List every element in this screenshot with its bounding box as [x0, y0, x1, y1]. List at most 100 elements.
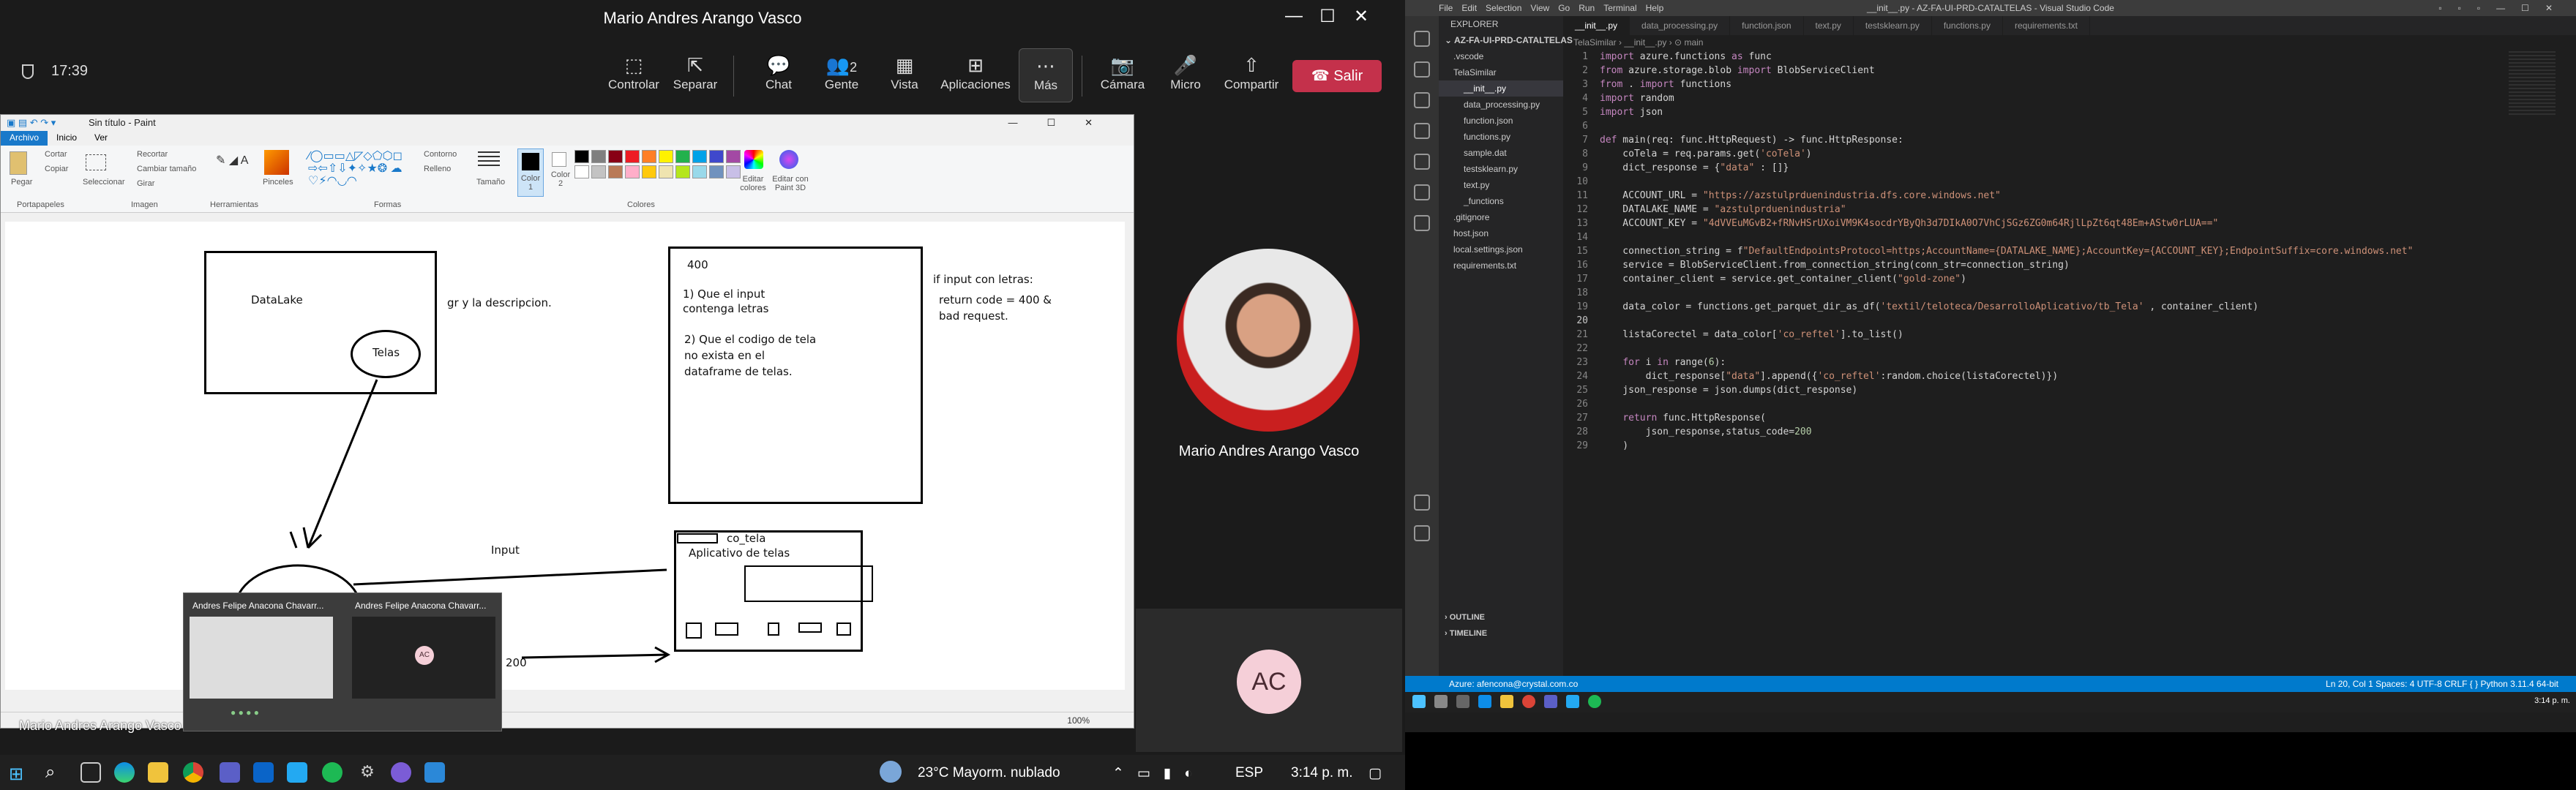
explorer-item[interactable]: TelaSimilar	[1439, 64, 1563, 80]
mini-taskview-icon[interactable]	[1456, 695, 1469, 708]
editor-tab[interactable]: __init__.py	[1563, 16, 1630, 35]
palette-swatch[interactable]	[675, 165, 690, 178]
apps-button[interactable]: ⊞ Aplicaciones	[935, 53, 1016, 92]
palette-swatch[interactable]	[591, 150, 606, 163]
explorer-item[interactable]: .vscode	[1439, 48, 1563, 64]
notification-icon[interactable]: ▢	[1368, 765, 1382, 782]
thumbnail-2[interactable]: Andres Felipe Anacona Chavarr... AC	[349, 598, 498, 726]
menu-edit[interactable]: Edit	[1461, 3, 1477, 13]
edit-colors-icon[interactable]	[744, 150, 763, 169]
windows-start-icon[interactable]: ⊞	[9, 764, 23, 785]
settings-icon[interactable]: ⚙	[357, 762, 378, 783]
taskbar-clock[interactable]: 3:14 p. m.	[1291, 765, 1353, 781]
palette-swatch[interactable]	[642, 165, 656, 178]
minimize-button[interactable]: —	[1279, 6, 1308, 26]
timeline-panel[interactable]: › TIMELINE	[1439, 629, 1563, 645]
size-icon[interactable]	[478, 151, 500, 168]
mini-edge-icon[interactable]	[1478, 695, 1491, 708]
paint-canvas[interactable]: DataLake Telas gr y la descripcion. 400 …	[5, 222, 1125, 690]
run-debug-icon[interactable]	[1414, 123, 1430, 139]
source-control-icon[interactable]	[1414, 92, 1430, 108]
explorer-item[interactable]: __init__.py	[1439, 80, 1563, 97]
leave-button[interactable]: ☎ Salir	[1292, 60, 1382, 92]
explorer-item[interactable]: functions.py	[1439, 129, 1563, 145]
palette-swatch[interactable]	[625, 150, 640, 163]
language-indicator[interactable]: ESP	[1235, 765, 1263, 781]
tab-inicio[interactable]: Inicio	[48, 131, 86, 146]
status-right-items[interactable]: Ln 20, Col 1 Spaces: 4 UTF-8 CRLF { } Py…	[2326, 676, 2558, 692]
explorer-item[interactable]: data_processing.py	[1439, 97, 1563, 113]
vscode-window-controls[interactable]: ▫▫▫—☐✕	[2438, 0, 2569, 16]
outlook-icon[interactable]	[253, 762, 274, 783]
palette-swatch[interactable]	[709, 150, 724, 163]
palette-swatch[interactable]	[642, 150, 656, 163]
menu-terminal[interactable]: Terminal	[1603, 3, 1636, 13]
popout-button[interactable]: ⇱ Separar	[666, 53, 724, 92]
color1-selector[interactable]: Color 1	[517, 148, 544, 197]
paste-icon[interactable]	[10, 151, 27, 175]
spotify-icon[interactable]	[322, 762, 342, 783]
task-view-icon[interactable]	[80, 762, 101, 783]
select-icon[interactable]	[86, 154, 106, 170]
palette-swatch[interactable]	[692, 165, 707, 178]
people-button[interactable]: 👥2 Gente	[812, 53, 871, 92]
menu-go[interactable]: Go	[1558, 3, 1570, 13]
explorer-item[interactable]: local.settings.json	[1439, 241, 1563, 257]
explorer-item[interactable]: testsklearn.py	[1439, 161, 1563, 177]
weather-text[interactable]: 23°C Mayorm. nublado	[918, 765, 1060, 781]
menu-file[interactable]: File	[1439, 3, 1453, 13]
mic-button[interactable]: 🎤 Micro	[1156, 53, 1215, 92]
paint-window-controls[interactable]: —☐✕	[1008, 115, 1122, 131]
mini-clock[interactable]: 3:14 p. m.	[2534, 696, 2570, 705]
mini-explorer-icon[interactable]	[1500, 695, 1513, 708]
control-button[interactable]: ⬚ Controlar	[604, 53, 663, 92]
manage-gear-icon[interactable]	[1414, 525, 1430, 541]
more-button[interactable]: ⋯ Más	[1019, 48, 1073, 102]
explorer-item[interactable]: host.json	[1439, 225, 1563, 241]
explorer-item[interactable]: text.py	[1439, 177, 1563, 193]
paint3d-icon[interactable]	[779, 150, 798, 169]
thumbnail-1[interactable]: Andres Felipe Anacona Chavarr... ● ● ● ●	[187, 598, 336, 726]
status-azure-account[interactable]: Azure: afencona@crystal.com.co	[1449, 679, 1578, 689]
project-root[interactable]: ⌄ AZ-FA-UI-PRD-CATALTELAS	[1439, 32, 1573, 48]
palette-swatch[interactable]	[625, 165, 640, 178]
close-button[interactable]: ✕	[1347, 6, 1376, 27]
cut-button[interactable]: Cortar	[45, 150, 67, 159]
extensions-icon[interactable]	[1414, 154, 1430, 170]
resize-button[interactable]: Cambiar tamaño	[137, 165, 196, 173]
view-button[interactable]: ▦ Vista	[875, 53, 934, 92]
camera-button[interactable]: 📷 Cámara	[1093, 53, 1152, 92]
editor-tab[interactable]: testsklearn.py	[1854, 16, 1932, 35]
palette-swatch[interactable]	[726, 150, 741, 163]
editor-tab[interactable]: functions.py	[1932, 16, 2003, 35]
minimap[interactable]	[2509, 51, 2556, 117]
shapes-gallery[interactable]: ⁄◯▭▭△◸◇⬠⬡◻ ⇨⇦⇧⇩✦✧★❂ ☁♡⚡◠◡◜◝	[308, 150, 411, 191]
tray-icons[interactable]: ⌃▭▮◐	[1112, 765, 1206, 782]
tab-archivo[interactable]: Archivo	[1, 131, 48, 146]
image-app-icon[interactable]	[424, 762, 445, 783]
editor-tab[interactable]: function.json	[1730, 16, 1804, 35]
palette-swatch[interactable]	[574, 165, 589, 178]
mini-start-icon[interactable]	[1412, 695, 1426, 708]
explorer-icon[interactable]	[1414, 31, 1430, 47]
mini-chrome-icon[interactable]	[1522, 695, 1535, 708]
tab-ver[interactable]: Ver	[86, 131, 116, 146]
testing-icon[interactable]	[1414, 184, 1430, 200]
azure-icon[interactable]	[1414, 215, 1430, 231]
code-editor[interactable]: 1 import azure.functions as func 2 from azu…	[1563, 50, 2500, 453]
edge-icon[interactable]	[114, 762, 135, 783]
palette-swatch[interactable]	[608, 150, 623, 163]
mini-spotify-icon[interactable]	[1588, 695, 1601, 708]
menu-help[interactable]: Help	[1646, 3, 1664, 13]
crop-button[interactable]: Recortar	[137, 150, 168, 159]
vscode-icon[interactable]	[287, 762, 307, 783]
editor-tab[interactable]: text.py	[1804, 16, 1854, 35]
search-icon[interactable]: ⌕	[45, 762, 55, 783]
editor-tab[interactable]: requirements.txt	[2003, 16, 2091, 35]
editor-tab[interactable]: data_processing.py	[1630, 16, 1731, 35]
explorer-item[interactable]: requirements.txt	[1439, 257, 1563, 274]
menu-selection[interactable]: Selection	[1486, 3, 1521, 13]
palette-swatch[interactable]	[591, 165, 606, 178]
explorer-item[interactable]: _functions	[1439, 193, 1563, 209]
thumbnail-1-controls[interactable]: ● ● ● ●	[231, 707, 259, 718]
